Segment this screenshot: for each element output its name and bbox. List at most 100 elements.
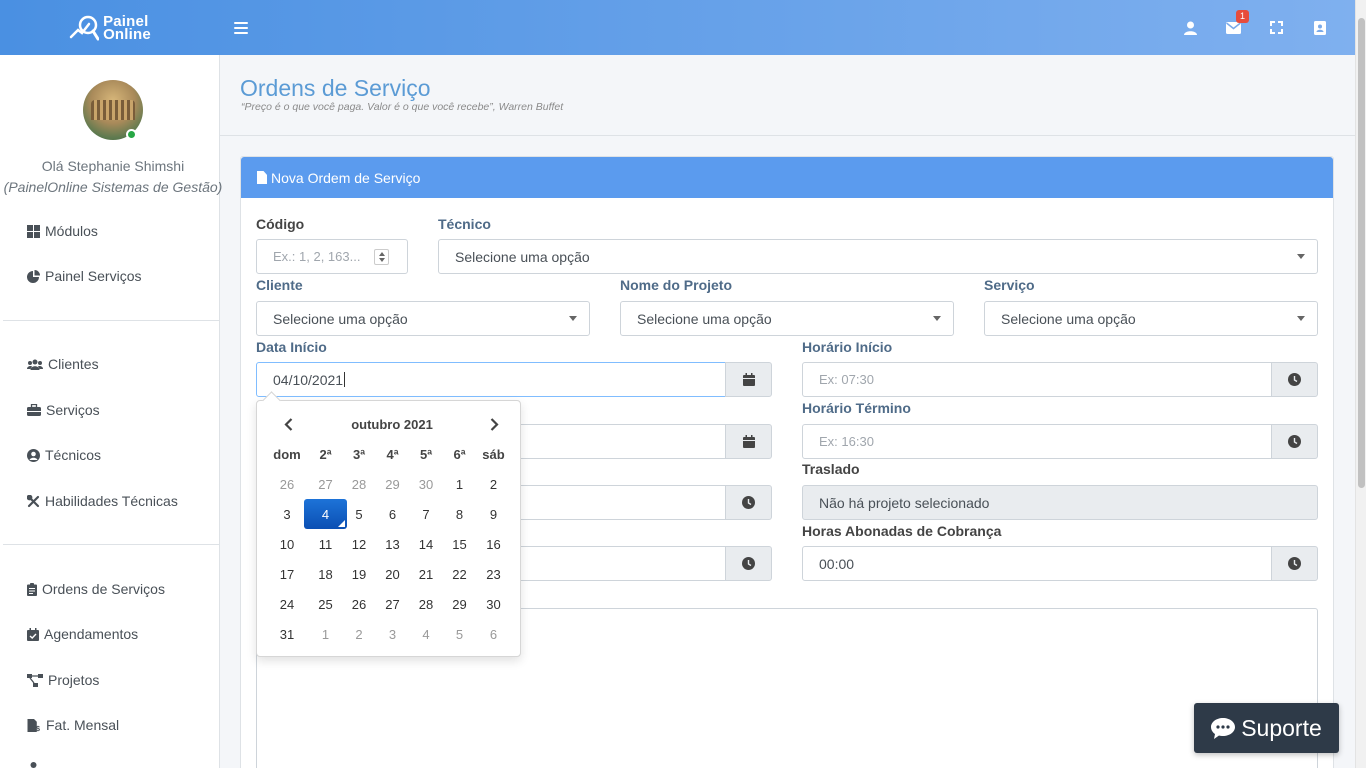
calendar-day[interactable]: 2 [347,619,371,649]
traslado-label: Traslado [802,461,860,477]
contacts-button[interactable] [1298,0,1341,55]
clock-button[interactable] [1271,362,1318,397]
calendar-day[interactable]: 10 [270,529,304,559]
horario-termino-input[interactable]: Ex: 16:30 [802,424,1272,459]
calendar-day[interactable]: 1 [304,619,347,649]
calendar-day[interactable]: 15 [438,529,481,559]
calendar-day[interactable]: 16 [481,529,506,559]
project-diagram-icon [27,673,43,687]
calendar-day[interactable]: 24 [270,589,304,619]
sidebar-item-partial[interactable] [27,761,45,768]
calendar-day[interactable]: 30 [481,589,506,619]
calendar-day[interactable]: 6 [371,499,414,529]
card-title: Nova Ordem de Serviço [271,169,421,186]
calendar-day[interactable]: 29 [371,469,414,499]
number-spinner[interactable] [374,249,389,265]
notification-badge: 1 [1235,10,1249,23]
calendar-day[interactable]: 27 [371,589,414,619]
sidebar: Olá Stephanie Shimshi (PainelOnline Sist… [0,55,222,768]
calendar-day[interactable]: 14 [414,529,438,559]
calendar-grid: dom 2ª 3ª 4ª 5ª 6ª sáb 26 27 28 29 30 1 2 3 4 5 6 7 8 9 10 11 1… [270,439,518,649]
codigo-input[interactable]: Ex.: 1, 2, 163... [256,239,408,274]
calendar-day[interactable]: 28 [347,469,371,499]
calendar-day[interactable]: 8 [438,499,481,529]
file-icon [257,171,267,184]
data-inicio-input[interactable]: 04/10/2021 [256,362,726,397]
messages-button[interactable]: 1 [1212,0,1255,55]
calendar-day[interactable]: 23 [481,559,506,589]
calendar-day[interactable]: 31 [270,619,304,649]
horario-inicio-input[interactable]: Ex: 07:30 [802,362,1272,397]
support-chat-button[interactable]: Suporte [1194,703,1339,753]
calendar-day[interactable]: 2 [481,469,506,499]
calendar-day[interactable]: 25 [304,589,347,619]
calendar-day[interactable]: 5 [347,499,371,529]
chevron-right-icon [490,417,499,431]
cliente-select[interactable]: Selecione uma opção [256,301,590,336]
tools-icon [27,494,40,507]
brand-logo-link[interactable]: Painel Online [0,0,220,55]
calendar-day[interactable]: 6 [481,619,506,649]
calendar-day[interactable]: 5 [438,619,481,649]
horas-abonadas-input[interactable]: 00:00 [802,546,1272,581]
calendar-week-row: 31 1 2 3 4 5 6 [270,619,518,649]
calendar-day[interactable]: 30 [414,469,438,499]
calendar-day[interactable]: 28 [414,589,438,619]
sidebar-item-ordens-de-servicos[interactable]: Ordens de Serviços [27,581,165,597]
calendar-day[interactable]: 1 [438,469,481,499]
calendar-day[interactable]: 18 [304,559,347,589]
user-profile-button[interactable] [1169,0,1212,55]
sidebar-item-tecnicos[interactable]: Técnicos [27,447,101,463]
projeto-select[interactable]: Selecione uma opção [620,301,954,336]
servico-select[interactable]: Selecione uma opção [984,301,1318,336]
calendar-day[interactable]: 26 [347,589,371,619]
svg-text:$: $ [36,724,41,732]
calendar-week-row: 26 27 28 29 30 1 2 [270,469,518,499]
user-circle-icon [27,448,40,462]
sidebar-item-clientes[interactable]: Clientes [27,356,99,372]
calendar-day[interactable]: 4 [414,619,438,649]
sidebar-divider [3,320,219,321]
codigo-label: Código [256,216,305,232]
clock-button[interactable] [725,546,772,581]
calendar-day[interactable]: 17 [270,559,304,589]
fullscreen-button[interactable] [1255,0,1298,55]
prev-month-button[interactable] [279,416,297,432]
calendar-button[interactable] [725,424,772,459]
calendar-day[interactable]: 21 [414,559,438,589]
calendar-day[interactable]: 11 [304,529,347,559]
tecnico-select[interactable]: Selecione uma opção [438,239,1318,274]
sidebar-item-habilidades-tecnicas[interactable]: Habilidades Técnicas [27,493,178,509]
sidebar-item-fat-mensal[interactable]: $ Fat. Mensal [27,717,119,733]
calendar-day[interactable]: 13 [371,529,414,559]
calendar-button[interactable] [725,362,772,397]
calendar-day[interactable]: 19 [347,559,371,589]
file-invoice-icon: $ [27,718,41,732]
datepicker-popup: outubro 2021 dom 2ª 3ª 4ª 5ª 6ª sáb 26 27 28 29 30 1… [256,400,521,657]
month-year-switch[interactable]: outubro 2021 [327,417,457,432]
clock-button[interactable] [1271,424,1318,459]
calendar-day[interactable]: 4 [304,499,347,529]
sidebar-item-modulos[interactable]: Módulos [27,223,98,239]
calendar-day[interactable]: 29 [438,589,481,619]
clock-button[interactable] [1271,546,1318,581]
scrollbar-thumb[interactable] [1358,18,1365,488]
calendar-day[interactable]: 12 [347,529,371,559]
page-scrollbar[interactable] [1355,0,1366,768]
calendar-day[interactable]: 9 [481,499,506,529]
clock-button[interactable] [725,485,772,520]
calendar-day[interactable]: 20 [371,559,414,589]
calendar-day[interactable]: 3 [270,499,304,529]
expand-icon [1270,21,1283,34]
menu-toggle-button[interactable] [234,21,248,34]
sidebar-item-agendamentos[interactable]: Agendamentos [27,626,138,642]
next-month-button[interactable] [485,416,503,432]
sidebar-item-painel-servicos[interactable]: Painel Serviços [27,268,142,284]
sidebar-item-servicos[interactable]: Serviços [27,402,100,418]
calendar-day[interactable]: 26 [270,469,304,499]
calendar-day[interactable]: 7 [414,499,438,529]
sidebar-item-projetos[interactable]: Projetos [27,672,99,688]
calendar-day[interactable]: 22 [438,559,481,589]
calendar-day[interactable]: 27 [304,469,347,499]
calendar-day[interactable]: 3 [371,619,414,649]
